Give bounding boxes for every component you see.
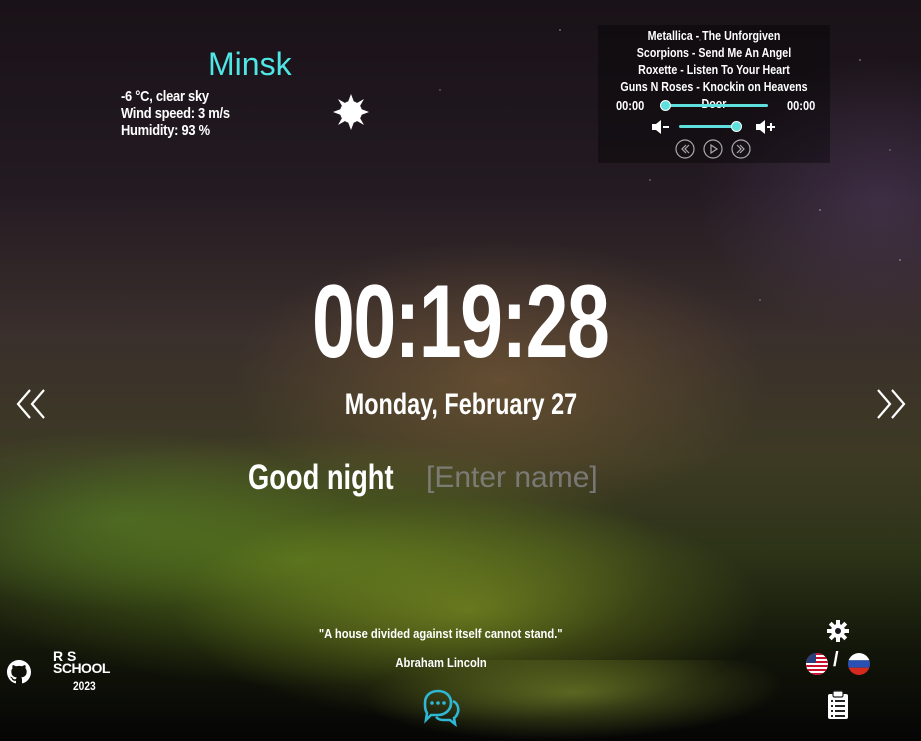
volume-thumb[interactable] [731,121,742,132]
github-icon[interactable] [6,659,32,685]
previous-track-icon[interactable] [675,139,695,159]
weather-temperature: -6 °C, clear sky [121,88,209,105]
ru-flag-icon[interactable] [848,653,870,675]
gear-icon[interactable] [826,619,850,643]
playlist-item[interactable]: Roxette - Listen To Your Heart [619,61,809,78]
volume-bar[interactable] [679,125,737,128]
weather-info: -6 °C, clear sky Wind speed: 3 m/s Humid… [121,88,230,139]
quote-text: "A house divided against itself cannot s… [319,626,563,641]
weather-city[interactable]: Minsk [208,46,292,83]
us-flag-icon[interactable] [806,653,828,675]
rs-logo-school: SCHOOL [53,660,110,676]
name-input[interactable] [426,458,636,498]
clear-night-icon [333,94,369,130]
volume-up-icon[interactable] [754,119,776,135]
rs-school-logo[interactable]: R S SCHOOL 2023 [50,648,124,694]
next-track-icon[interactable] [731,139,751,159]
greeting: Good night [248,458,394,497]
clock: 00:19:28 [0,262,921,382]
date-text: Monday, February 27 [344,388,577,421]
quote-author: Abraham Lincoln [0,655,882,670]
weather-humidity: Humidity: 93 % [121,122,210,139]
audio-player: Metallica - The Unforgiven Scorpions - S… [598,25,830,163]
duration-time: 00:00 [787,98,816,113]
quote-author-text: Abraham Lincoln [395,655,487,670]
playlist-item[interactable]: Metallica - The Unforgiven [619,27,809,44]
quote: "A house divided against itself cannot s… [0,626,882,641]
date: Monday, February 27 [0,388,921,422]
current-time: 00:00 [616,98,645,113]
play-icon[interactable] [703,139,723,159]
progress-thumb[interactable] [660,100,671,111]
progress-bar[interactable] [664,104,768,107]
volume-down-icon[interactable] [650,119,670,135]
clipboard-icon[interactable] [826,690,850,720]
clock-time: 00:19:28 [312,264,610,380]
river-reflection [336,660,804,741]
change-quote-icon[interactable] [421,687,461,727]
weather-wind: Wind speed: 3 m/s [121,105,230,122]
rs-logo-year: 2023 [73,679,96,693]
language-separator: / [833,649,839,671]
playlist-item[interactable]: Scorpions - Send Me An Angel [619,44,809,61]
